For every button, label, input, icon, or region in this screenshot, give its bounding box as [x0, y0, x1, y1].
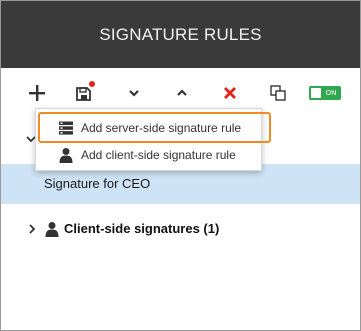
client-side-group[interactable]: Client-side signatures (1) [1, 216, 360, 242]
chevron-down-icon [129, 90, 139, 97]
rule-toggle[interactable]: ON [309, 86, 341, 100]
toggle-knob [311, 88, 321, 98]
user-icon [59, 148, 73, 163]
close-icon [224, 87, 236, 99]
add-button[interactable] [25, 81, 49, 105]
move-up-button[interactable] [170, 81, 194, 105]
toolbar: ON [1, 77, 360, 111]
delete-button[interactable] [218, 81, 242, 105]
menu-item-add-client-rule[interactable]: Add client-side signature rule [36, 141, 261, 169]
plus-icon [29, 85, 45, 101]
unsaved-indicator [89, 81, 95, 87]
panel-header: SIGNATURE RULES [1, 1, 360, 68]
copy-icon [270, 85, 286, 101]
toggle-label: ON [325, 89, 337, 97]
page-title: SIGNATURE RULES [99, 25, 262, 44]
user-icon [45, 222, 59, 237]
move-down-button[interactable] [122, 81, 146, 105]
signature-rules-panel: SIGNATURE RULES ON Signature for CEO Cli… [0, 0, 361, 331]
chevron-right-icon[interactable] [26, 223, 38, 235]
menu-item-label: Add client-side signature rule [81, 148, 236, 162]
client-group-label: Client-side signatures (1) [64, 221, 220, 236]
save-button[interactable] [72, 81, 96, 105]
chevron-up-icon [177, 89, 187, 96]
duplicate-button[interactable] [266, 81, 290, 105]
menu-item-highlight [38, 112, 271, 143]
